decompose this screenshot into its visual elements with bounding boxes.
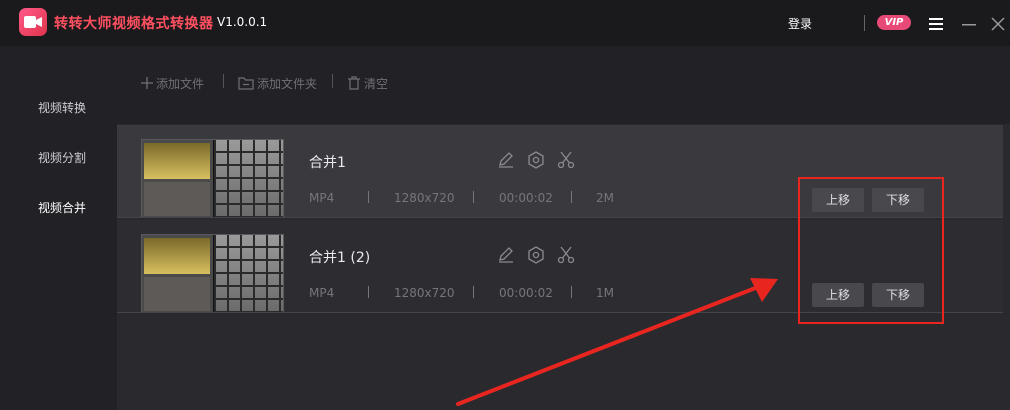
login-link[interactable]: 登录 [788, 15, 812, 32]
file-name: 合并1 (2) [309, 250, 371, 266]
file-name: 合并1 [309, 155, 346, 171]
trash-icon [348, 76, 360, 90]
minimize-icon[interactable] [962, 16, 976, 35]
settings-icon[interactable] [527, 151, 545, 173]
meta-divider [368, 191, 369, 203]
app-logo [19, 8, 47, 36]
file-format: MP4 [309, 191, 335, 205]
annotation-arrow [456, 278, 778, 406]
meta-divider [571, 191, 572, 203]
scissors-icon[interactable] [557, 246, 575, 268]
vip-badge[interactable]: VIP [877, 15, 911, 30]
close-icon[interactable] [991, 16, 1005, 35]
app-title: 转转大师视频格式转换器 [54, 16, 214, 32]
clear-button[interactable]: 清空 [347, 74, 388, 92]
folder-icon [238, 77, 254, 90]
sidebar-item-video-convert[interactable]: 视频转换 [38, 99, 86, 116]
title-bar: 转转大师视频格式转换器 V1.0.0.1 登录 VIP [0, 0, 1010, 46]
file-duration: 00:00:02 [499, 191, 553, 205]
sidebar-item-video-merge[interactable]: 视频合并 [38, 199, 86, 216]
clear-label: 清空 [364, 76, 389, 91]
add-file-label: 添加文件 [156, 76, 205, 91]
toolbar-divider [223, 74, 224, 88]
edit-icon[interactable] [497, 151, 515, 173]
toolbar-divider [332, 74, 333, 88]
video-thumbnail [141, 139, 284, 218]
file-resolution: 1280x720 [394, 191, 455, 205]
annotation-highlight-box [798, 177, 944, 324]
file-format: MP4 [309, 286, 335, 300]
video-camera-icon [24, 16, 42, 28]
add-file-button[interactable]: 添加文件 [141, 74, 204, 92]
plus-icon [141, 77, 153, 89]
sidebar: 视频转换 视频分割 视频合并 [0, 46, 117, 410]
menu-icon[interactable] [929, 16, 943, 35]
meta-divider [368, 286, 369, 298]
add-folder-button[interactable]: 添加文件夹 [238, 74, 317, 92]
file-size: 2M [596, 191, 614, 205]
sidebar-item-video-split[interactable]: 视频分割 [38, 149, 86, 166]
app-version: V1.0.0.1 [217, 15, 268, 29]
scissors-icon[interactable] [557, 151, 575, 173]
settings-icon[interactable] [527, 246, 545, 268]
titlebar-divider [864, 15, 865, 31]
video-thumbnail [141, 234, 284, 313]
meta-divider [473, 191, 474, 203]
add-folder-label: 添加文件夹 [257, 76, 318, 91]
edit-icon[interactable] [497, 246, 515, 268]
